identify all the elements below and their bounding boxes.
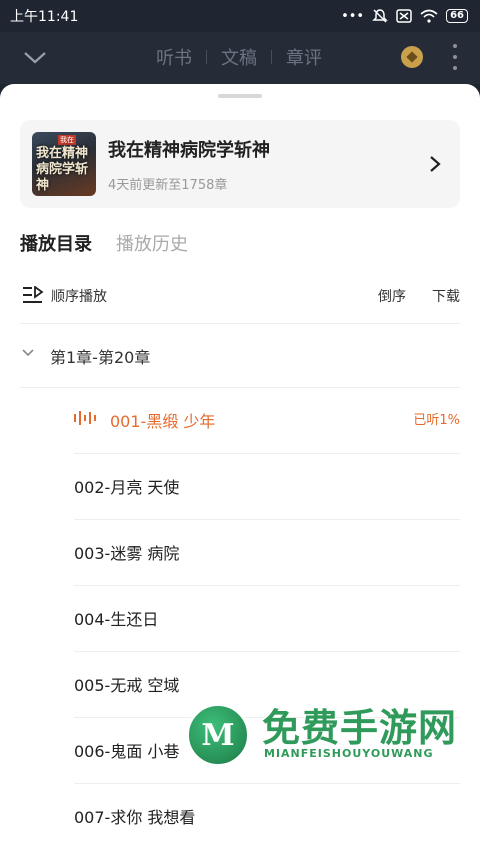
list-controls: 顺序播放 倒序 下载 <box>20 284 460 308</box>
chapter-item[interactable]: 004-生还日 <box>74 586 460 652</box>
chapter-title: 004-生还日 <box>74 610 159 629</box>
chapter-item[interactable]: 007-求你 我想看 <box>74 784 460 850</box>
reverse-order-button[interactable]: 倒序 <box>378 286 406 306</box>
playing-wave-icon <box>74 411 96 425</box>
book-update-info: 4天前更新至1758章 <box>108 178 228 193</box>
sequential-play-button[interactable]: 顺序播放 <box>51 286 107 306</box>
watermark-logo-icon: M <box>186 703 250 767</box>
chapter-title: 002-月亮 天使 <box>74 478 180 497</box>
download-button[interactable]: 下载 <box>432 286 460 306</box>
sheet-drag-handle[interactable] <box>218 94 262 98</box>
coin-icon[interactable] <box>401 46 423 68</box>
top-tabs: 听书 文稿 章评 <box>156 44 322 70</box>
chapter-group-label: 第1章-第20章 <box>50 348 151 367</box>
collapse-chevron-icon[interactable] <box>22 44 48 70</box>
watermark-title: 免费手游网 <box>262 705 458 750</box>
chapter-group-header[interactable]: 第1章-第20章 <box>20 340 460 370</box>
tab-listen[interactable]: 听书 <box>156 44 192 70</box>
tab-catalog[interactable]: 播放目录 <box>20 230 92 256</box>
list-tabs: 播放目录 播放历史 <box>20 230 188 256</box>
book-cover: 我在 我在精神病院学斩神 <box>32 132 96 196</box>
status-icons: ••• 66 <box>341 8 468 24</box>
wifi-icon <box>420 9 438 23</box>
chapter-title: 001-黑缎 少年 <box>110 412 216 431</box>
more-dots-icon: ••• <box>341 8 365 24</box>
chapter-item[interactable]: 001-黑缎 少年 已听1% <box>74 388 460 454</box>
tab-transcript[interactable]: 文稿 <box>221 44 257 70</box>
sequential-play-icon[interactable] <box>22 286 44 304</box>
chapter-title: 006-鬼面 小巷 <box>74 742 180 761</box>
chapter-item[interactable]: 003-迷雾 病院 <box>74 520 460 586</box>
cover-tag: 我在 <box>58 135 76 145</box>
sim-icon <box>396 9 412 23</box>
cover-title-art: 我在精神病院学斩神 <box>36 146 89 193</box>
tab-history[interactable]: 播放历史 <box>116 230 188 256</box>
book-title: 我在精神病院学斩神 <box>108 140 270 161</box>
more-options-icon[interactable] <box>452 44 458 70</box>
chevron-right-icon <box>430 156 441 172</box>
listened-progress: 已听1% <box>413 413 460 428</box>
battery-icon: 66 <box>446 9 468 23</box>
watermark-subtitle: MIANFEISHOUYOUWANG <box>264 747 434 760</box>
status-bar: 上午11:41 ••• 66 <box>0 0 480 32</box>
chapter-title: 003-迷雾 病院 <box>74 544 180 563</box>
status-time: 上午11:41 <box>10 9 79 25</box>
tab-divider <box>206 50 207 64</box>
watermark: M 免费手游网 MIANFEISHOUYOUWANG <box>186 693 480 769</box>
tab-comments[interactable]: 章评 <box>286 44 322 70</box>
playlist-sheet: 我在 我在精神病院学斩神 我在精神病院学斩神 4天前更新至1758章 播放目录 … <box>0 84 480 853</box>
chevron-down-icon <box>22 349 34 357</box>
chapter-title: 007-求你 我想看 <box>74 808 196 827</box>
chapter-title: 005-无戒 空域 <box>74 676 180 695</box>
mute-icon <box>372 9 388 23</box>
tab-divider <box>271 50 272 64</box>
chapter-item[interactable]: 002-月亮 天使 <box>74 454 460 520</box>
divider <box>20 323 460 324</box>
player-top-bar: 听书 文稿 章评 <box>0 32 480 84</box>
book-card[interactable]: 我在 我在精神病院学斩神 我在精神病院学斩神 4天前更新至1758章 <box>20 120 460 208</box>
